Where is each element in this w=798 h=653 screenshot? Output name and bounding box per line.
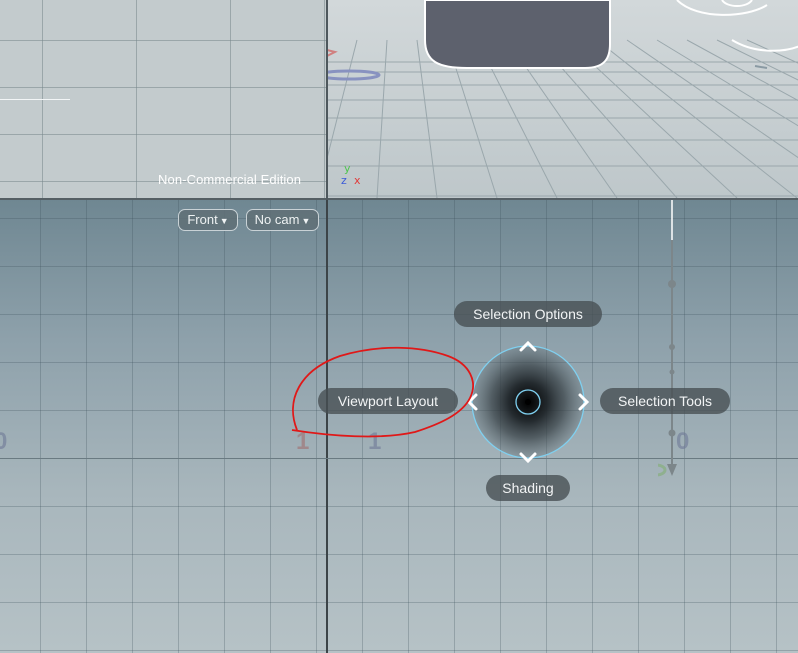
ruler-label: 0 xyxy=(0,428,8,455)
perspective-grid xyxy=(327,0,798,198)
radial-item-shading[interactable]: Shading xyxy=(486,475,570,501)
ruler-label: 1 xyxy=(296,428,310,455)
viewport-perspective[interactable]: y z x xyxy=(327,0,798,198)
camera-menu-button[interactable]: No cam ▼ xyxy=(246,209,319,231)
caret-down-icon: ▼ xyxy=(301,216,311,226)
ruler-label: 1 xyxy=(368,428,382,455)
pane-divider-vertical[interactable] xyxy=(326,0,328,200)
viewport-front[interactable]: 0 1 1 0 xyxy=(0,200,798,653)
radial-item-selection-options[interactable]: Selection Options xyxy=(454,301,602,327)
origin-axis-vertical xyxy=(326,200,328,653)
radial-menu-hub[interactable] xyxy=(458,332,598,472)
radial-item-selection-tools[interactable]: Selection Tools xyxy=(600,388,730,414)
radial-item-viewport-layout[interactable]: Viewport Layout xyxy=(318,388,458,414)
gizmo-z-label: z xyxy=(341,174,347,187)
view-menu-button[interactable]: Front ▼ xyxy=(178,209,238,231)
caret-down-icon: ▼ xyxy=(219,216,229,226)
view-menu-label: Front xyxy=(187,212,218,227)
ruler-label: 0 xyxy=(676,428,690,455)
gizmo-x-label: x xyxy=(354,174,361,187)
ruler-line xyxy=(0,99,70,100)
edition-watermark: Non-Commercial Edition xyxy=(158,172,302,187)
viewport-top-left[interactable]: Non-Commercial Edition xyxy=(0,0,326,198)
vertical-ruler xyxy=(658,200,677,477)
camera-menu-label: No cam xyxy=(254,212,300,227)
